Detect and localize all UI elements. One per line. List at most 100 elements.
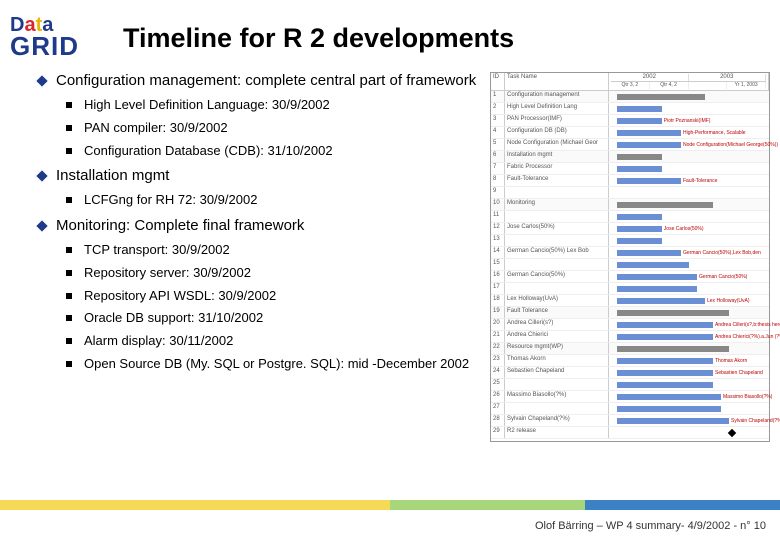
gantt-bar: [617, 214, 662, 220]
sub-list: High Level Definition Language: 30/9/200…: [66, 97, 482, 160]
gantt-row: 22Resource mgmt(WP): [491, 343, 769, 355]
gantt-row-chart: Lex Holloway(UvA): [609, 295, 769, 306]
gantt-row-task: Andrea Chierici: [505, 331, 609, 342]
gantt-row-id: 27: [491, 403, 505, 414]
gantt-row: 12Jose Carlos(50%)Jose Carlos(50%): [491, 223, 769, 235]
gantt-quarter: Qtr 3, 2: [611, 82, 650, 89]
gantt-bar: German Cancio(50%),Lex Bob,den: [617, 250, 681, 256]
gantt-chart: ID Task Name 20022003 Qtr 3, 2Qtr 4, 2Yr…: [490, 72, 770, 442]
gantt-row-id: 26: [491, 391, 505, 402]
gantt-bar: High-Performance, Scalable: [617, 130, 681, 136]
gantt-row-task: German Cancio(50%): [505, 271, 609, 282]
gantt-row: 7Fabric Processor: [491, 163, 769, 175]
sub-item-text: LCFGng for RH 72: 30/9/2002: [84, 192, 257, 209]
gantt-bar-label: Sylvain Chapeland(?%): [731, 418, 780, 424]
sub-item: PAN compiler: 30/9/2002: [66, 120, 482, 137]
gantt-row-id: 20: [491, 319, 505, 330]
gantt-bar: [617, 154, 662, 160]
gantt-row-id: 28: [491, 415, 505, 426]
gantt-bar: Massimo Biasollo(?%): [617, 394, 721, 400]
gantt-bar: [617, 238, 662, 244]
gantt-bar: Piotr Poznanski(IMF): [617, 118, 662, 124]
gantt-row-id: 8: [491, 175, 505, 186]
gantt-row: 2High Level Definition Lang: [491, 103, 769, 115]
square-bullet-icon: [66, 338, 72, 344]
gantt-row: 1Configuration management: [491, 91, 769, 103]
gantt-row-chart: Thomas Akorn: [609, 355, 769, 366]
gantt-bar: Thomas Akorn: [617, 358, 713, 364]
gantt-bar-label: German Cancio(50%),Lex Bob,den: [683, 250, 761, 256]
square-bullet-icon: [66, 125, 72, 131]
section-head-text: Monitoring: Complete final framework: [56, 217, 304, 236]
sub-item-text: Repository API WSDL: 30/9/2002: [84, 288, 276, 305]
gantt-bar-label: Piotr Poznanski(IMF): [664, 118, 711, 124]
gantt-row: 27: [491, 403, 769, 415]
slide-title: Timeline for R 2 developments: [123, 23, 514, 54]
gantt-row: 26Massimo Biasollo(?%)Massimo Biasollo(?…: [491, 391, 769, 403]
gantt-row: 16German Cancio(50%)German Cancio(50%): [491, 271, 769, 283]
sub-item-text: Repository server: 30/9/2002: [84, 265, 251, 282]
gantt-row-task: German Cancio(50%) Lex Bob: [505, 247, 609, 258]
gantt-quarter: Qtr 4, 2: [650, 82, 689, 89]
gantt-milestone-icon: [728, 429, 736, 437]
gantt-row-task: Resource mgmt(WP): [505, 343, 609, 354]
gantt-bar: [617, 310, 729, 316]
gantt-row-id: 24: [491, 367, 505, 378]
sub-item: TCP transport: 30/9/2002: [66, 242, 482, 259]
gantt-row-chart: Jose Carlos(50%): [609, 223, 769, 234]
gantt-row: 21Andrea ChiericiAndrea Chierici(?%).a.J…: [491, 331, 769, 343]
gantt-row-id: 7: [491, 163, 505, 174]
gantt-bar: Sylvain Chapeland(?%): [617, 418, 729, 424]
gantt-row: 14German Cancio(50%) Lex BobGerman Canci…: [491, 247, 769, 259]
gantt-row-task: Fault-Tolerance: [505, 175, 609, 186]
gantt-row: 8Fault-ToleranceFault-Tolerance: [491, 175, 769, 187]
gantt-bar: Fault-Tolerance: [617, 178, 681, 184]
gantt-row-task: R2 release: [505, 427, 609, 438]
sub-item: Open Source DB (My. SQL or Postgre. SQL)…: [66, 356, 482, 373]
gantt-bar: [617, 94, 705, 100]
gantt-quarter: Yr 1, 2003: [727, 82, 766, 89]
gantt-bar-label: Lex Holloway(UvA): [707, 298, 750, 304]
gantt-row: 24Sebastien ChapelandSebastien Chapeland: [491, 367, 769, 379]
gantt-row-chart: [609, 103, 769, 114]
gantt-bar-label: Andrea Cilleri(s?,b:thesis here)(?%): [715, 322, 780, 328]
gantt-row-chart: German Cancio(50%): [609, 271, 769, 282]
gantt-row: 20Andrea Cilleri(s?)Andrea Cilleri(s?,b:…: [491, 319, 769, 331]
gantt-row-id: 10: [491, 199, 505, 210]
gantt-row-chart: [609, 151, 769, 162]
gantt-row-chart: [609, 379, 769, 390]
gantt-row: 11: [491, 211, 769, 223]
gantt-row-task: Monitoring: [505, 199, 609, 210]
gantt-row: 17: [491, 283, 769, 295]
gantt-row-task: Sylvain Chapeland(?%): [505, 415, 609, 426]
gantt-row-task: Massimo Biasollo(?%): [505, 391, 609, 402]
gantt-row-task: PAN Processor(IMF): [505, 115, 609, 126]
footer-text: Olof Bärring – WP 4 summary- 4/9/2002 - …: [535, 520, 766, 532]
diamond-bullet-icon: [36, 75, 47, 86]
bullet-content: Configuration management: complete centr…: [10, 66, 490, 442]
square-bullet-icon: [66, 148, 72, 154]
gantt-bar: Sebastien Chapeland: [617, 370, 713, 376]
sub-item-text: Oracle DB support: 31/10/2002: [84, 310, 263, 327]
square-bullet-icon: [66, 102, 72, 108]
gantt-row-task: Node Configuration (Michael Geor: [505, 139, 609, 150]
gantt-bar: [617, 106, 662, 112]
gantt-row-chart: [609, 307, 769, 318]
gantt-row-chart: [609, 283, 769, 294]
sub-item-text: Open Source DB (My. SQL or Postgre. SQL)…: [84, 356, 469, 373]
gantt-row-task: Configuration DB (DB): [505, 127, 609, 138]
sub-item: Alarm display: 30/11/2002: [66, 333, 482, 350]
gantt-row: 19Fault Tolerance: [491, 307, 769, 319]
section-head-text: Configuration management: complete centr…: [56, 72, 476, 91]
gantt-row-id: 18: [491, 295, 505, 306]
square-bullet-icon: [66, 270, 72, 276]
gantt-bar-label: High-Performance, Scalable: [683, 130, 746, 136]
gantt-row-chart: Fault-Tolerance: [609, 175, 769, 186]
gantt-bar: German Cancio(50%): [617, 274, 697, 280]
slide-header: Data GRID Timeline for R 2 developments: [0, 0, 780, 66]
gantt-bar-label: Andrea Chierici(?%).a.Jun (?%): [715, 334, 780, 340]
gantt-row-chart: Node Configuration(Michael George(50%)): [609, 139, 769, 150]
section: Configuration management: complete centr…: [38, 72, 482, 159]
gantt-row-task: High Level Definition Lang: [505, 103, 609, 114]
gantt-row-chart: [609, 187, 769, 198]
